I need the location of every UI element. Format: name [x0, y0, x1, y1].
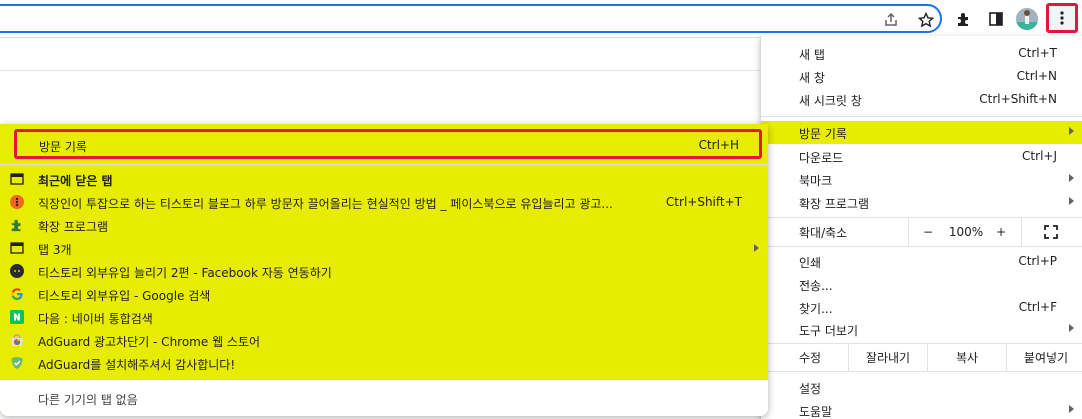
submenu-item-tab[interactable]: 다음 : 네이버 통합검색: [0, 306, 768, 329]
chrome-webstore-icon: [10, 333, 24, 347]
history-submenu-footer: 다른 기기의 탭 없음: [0, 379, 768, 416]
menu-item-help[interactable]: 도움말: [761, 399, 1082, 419]
menu-item-incognito[interactable]: 새 시크릿 창 Ctrl+Shift+N: [761, 88, 1082, 111]
menu-separator: [761, 246, 1082, 247]
chevron-right-icon: [1069, 197, 1074, 205]
menu-item-shortcut: Ctrl+Shift+N: [979, 92, 1057, 106]
chevron-right-icon: [1069, 174, 1074, 182]
submenu-item-window[interactable]: 탭 3개: [0, 237, 768, 260]
submenu-item-tab[interactable]: AdGuard를 설치해주셔서 감사합니다!: [0, 352, 768, 375]
page-divider: [0, 70, 760, 71]
menu-item-label: 도움말: [799, 405, 833, 419]
submenu-item-recently-closed: 최근에 닫은 탭: [0, 168, 768, 191]
puzzle-icon: [10, 218, 24, 232]
history-submenu: 방문 기록 Ctrl+H 최근에 닫은 탭 직장인이 투잡으로 하는 티스토리 …: [0, 124, 768, 416]
tistory-icon: [10, 195, 24, 209]
google-icon: [10, 287, 24, 301]
zoom-label: 확대/축소: [799, 225, 848, 240]
menu-item-history[interactable]: 방문 기록: [761, 121, 1082, 144]
adguard-icon: [10, 356, 24, 370]
menu-item-label: 확장 프로그램: [799, 197, 870, 211]
submenu-item-label: 다음 : 네이버 통합검색: [38, 312, 153, 326]
window-icon: [10, 172, 24, 186]
menu-item-label: 도구 더보기: [799, 324, 859, 338]
history-label: 방문 기록: [39, 140, 87, 154]
menu-item-shortcut: Ctrl+P: [1018, 254, 1057, 268]
submenu-item-label: 티스토리 외부유입 - Google 검색: [38, 289, 211, 303]
submenu-item-label: 탭 3개: [38, 243, 72, 257]
paste-button[interactable]: 붙여넣기: [1007, 344, 1082, 371]
menu-item-new-tab[interactable]: 새 탭 Ctrl+T: [761, 42, 1082, 65]
address-bar[interactable]: [0, 4, 942, 33]
submenu-item-label: 확장 프로그램: [38, 220, 109, 234]
chrome-main-menu: 새 탭 Ctrl+T 새 창 Ctrl+N 새 시크릿 창 Ctrl+Shift…: [760, 36, 1082, 419]
chevron-right-icon: [1069, 127, 1074, 135]
menu-item-find[interactable]: 찾기... Ctrl+F: [761, 296, 1082, 319]
menu-item-label: 설정: [799, 382, 822, 396]
submenu-item-label: 티스토리 외부유입 늘리기 2편 - Facebook 자동 연동하기: [38, 266, 332, 280]
cut-button[interactable]: 잘라내기: [849, 344, 927, 371]
share-icon[interactable]: [882, 11, 900, 29]
window-icon: [10, 241, 24, 255]
fullscreen-icon[interactable]: [1033, 218, 1069, 246]
chevron-right-icon: [754, 244, 759, 252]
menu-item-label: 다운로드: [799, 151, 844, 165]
zoom-row: 확대/축소 − 100% +: [761, 218, 1082, 246]
avatar[interactable]: [1016, 8, 1038, 30]
menu-item-label: 찾기...: [799, 302, 833, 316]
submenu-item-label: AdGuard를 설치해주셔서 감사합니다!: [38, 358, 236, 372]
zoom-value: 100%: [948, 225, 984, 239]
edit-label: 수정: [799, 351, 822, 365]
menu-item-shortcut: Ctrl+N: [1016, 69, 1057, 83]
menu-item-extensions[interactable]: 확장 프로그램: [761, 191, 1082, 214]
history-submenu-header[interactable]: 방문 기록 Ctrl+H: [14, 129, 762, 159]
menu-item-label: 새 창: [799, 71, 825, 85]
history-shortcut: Ctrl+H: [698, 138, 739, 152]
menu-item-label: 새 시크릿 창: [799, 94, 862, 108]
submenu-item-tab[interactable]: 확장 프로그램: [0, 214, 768, 237]
menu-item-new-window[interactable]: 새 창 Ctrl+N: [761, 65, 1082, 88]
menu-item-bookmarks[interactable]: 북마크: [761, 168, 1082, 191]
menu-item-label: 북마크: [799, 174, 833, 188]
browser-toolbar: [0, 0, 1082, 38]
menu-item-print[interactable]: 인쇄 Ctrl+P: [761, 250, 1082, 273]
submenu-item-tab[interactable]: 직장인이 투잡으로 하는 티스토리 블로그 하루 방문자 끌어올리는 현실적인 …: [0, 191, 768, 214]
menu-separator: [0, 164, 768, 165]
zoom-divider: [908, 218, 909, 246]
extensions-icon[interactable]: [953, 8, 975, 30]
submenu-item-tab[interactable]: AdGuard 광고차단기 - Chrome 웹 스토어: [0, 329, 768, 352]
submenu-item-label: 직장인이 투잡으로 하는 티스토리 블로그 하루 방문자 끌어올리는 현실적인 …: [38, 197, 613, 211]
zoom-out-button[interactable]: −: [916, 218, 940, 246]
menu-item-shortcut: Ctrl+T: [1018, 46, 1057, 60]
submenu-item-tab[interactable]: 티스토리 외부유입 - Google 검색: [0, 283, 768, 306]
other-devices-label: 다른 기기의 탭 없음: [38, 393, 138, 407]
menu-separator: [761, 116, 1082, 117]
chevron-right-icon: [1069, 324, 1074, 332]
menu-item-label: 인쇄: [799, 256, 822, 270]
edit-row: 수정 잘라내기 복사 붙여넣기: [761, 344, 1082, 371]
menu-item-more-tools[interactable]: 도구 더보기: [761, 318, 1082, 341]
menu-item-downloads[interactable]: 다운로드 Ctrl+J: [761, 145, 1082, 168]
submenu-item-label: 최근에 닫은 탭: [38, 174, 113, 188]
menu-item-cast[interactable]: 전송...: [761, 273, 1082, 296]
kebab-menu-icon[interactable]: [1046, 3, 1078, 33]
star-icon[interactable]: [917, 11, 935, 29]
submenu-item-label: AdGuard 광고차단기 - Chrome 웹 스토어: [38, 335, 261, 349]
submenu-item-tab[interactable]: 티스토리 외부유입 늘리기 2편 - Facebook 자동 연동하기: [0, 260, 768, 283]
menu-item-label: 새 탭: [799, 48, 825, 62]
menu-item-label: 전송...: [799, 279, 833, 293]
menu-item-label: 방문 기록: [799, 127, 847, 141]
zoom-in-button[interactable]: +: [989, 218, 1013, 246]
menu-item-shortcut: Ctrl+F: [1018, 300, 1057, 314]
zoom-divider: [1021, 218, 1022, 246]
naver-icon: [10, 310, 24, 324]
tistory-dark-icon: [10, 264, 24, 278]
menu-item-shortcut: Ctrl+J: [1022, 149, 1057, 163]
side-panel-icon[interactable]: [985, 8, 1007, 30]
submenu-item-shortcut: Ctrl+Shift+T: [665, 195, 742, 209]
menu-item-settings[interactable]: 설정: [761, 376, 1082, 399]
menu-separator: [761, 371, 1082, 372]
copy-button[interactable]: 복사: [928, 344, 1006, 371]
chevron-right-icon: [1069, 405, 1074, 413]
